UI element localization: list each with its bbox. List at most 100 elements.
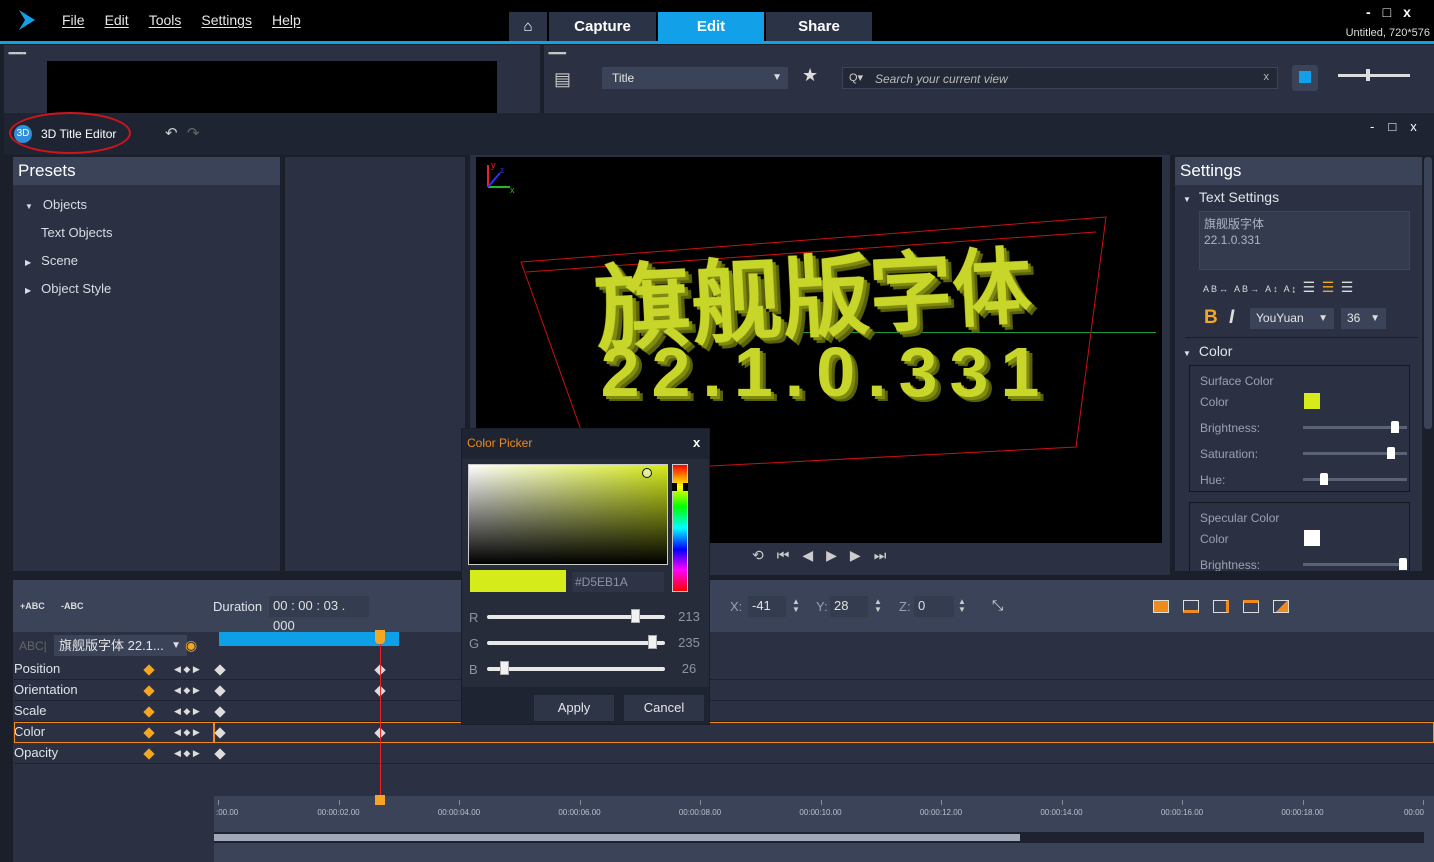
maximize-icon[interactable]: □ <box>1388 119 1410 134</box>
loop-icon[interactable]: ⟲ <box>752 547 777 563</box>
close-icon[interactable]: x <box>1410 119 1431 134</box>
align-left-icon[interactable]: ☰ <box>1303 279 1318 295</box>
minimize-icon[interactable]: - <box>1366 4 1383 20</box>
previous-frame-icon[interactable]: ◀ <box>802 547 826 563</box>
preset-text-objects[interactable]: Text Objects <box>13 219 280 247</box>
hue-marker[interactable] <box>672 483 688 491</box>
category-dropdown[interactable]: Title ▼ <box>602 67 788 89</box>
menu-edit[interactable]: Edit <box>105 12 129 28</box>
menu-settings[interactable]: Settings <box>201 12 252 28</box>
text-input[interactable]: 旗舰版字体 22.1.0.331 <box>1199 211 1410 270</box>
playhead-handle[interactable] <box>375 630 385 644</box>
property-row[interactable]: Scale ◀ ◆ ▶ <box>14 701 214 722</box>
keyframe[interactable] <box>214 748 226 760</box>
go-to-start-icon[interactable]: ⏮ <box>777 547 803 563</box>
ruler-playhead-handle[interactable] <box>375 795 385 805</box>
close-icon[interactable]: x <box>1403 4 1423 20</box>
apply-button[interactable]: Apply <box>534 695 614 721</box>
font-dropdown[interactable]: YouYuan ▼ <box>1250 308 1334 329</box>
add-text-button[interactable]: +ABC <box>20 601 45 611</box>
keyframe-nav[interactable]: ◀ ◆ ▶ <box>174 701 200 721</box>
cube-front-icon[interactable] <box>1153 600 1169 613</box>
property-row[interactable]: Color ◀ ◆ ▶ <box>14 722 214 743</box>
maximize-icon[interactable]: □ <box>1383 4 1403 20</box>
y-position-input[interactable]: 28 <box>830 596 868 617</box>
library-icon[interactable]: ▤ <box>554 69 571 90</box>
menu-file[interactable]: File <box>62 12 85 28</box>
view-toggle-button[interactable] <box>1292 65 1318 91</box>
menu-tools[interactable]: Tools <box>149 12 182 28</box>
cube-bottom-icon[interactable] <box>1183 600 1199 613</box>
bold-button[interactable]: B <box>1204 307 1218 329</box>
specular-brightness-slider[interactable] <box>1303 558 1407 570</box>
z-stepper[interactable]: ▲ ▼ <box>958 598 966 614</box>
drag-handle[interactable]: ▪▪▪▪▪▪▪▪ <box>8 48 540 58</box>
keyframe-nav[interactable]: ◀ ◆ ▶ <box>174 743 200 763</box>
keyframe[interactable] <box>214 706 226 718</box>
keyframe-nav[interactable]: ◀ ◆ ▶ <box>174 722 200 742</box>
saturation-slider[interactable] <box>1303 447 1407 459</box>
z-position-input[interactable]: 0 <box>914 596 954 617</box>
preset-scene[interactable]: ▶ Scene <box>13 247 280 275</box>
add-keyframe-icon[interactable] <box>143 748 155 760</box>
undo-icon[interactable]: ↶ <box>165 124 178 142</box>
add-keyframe-icon[interactable] <box>143 706 155 718</box>
property-row[interactable]: Orientation ◀ ◆ ▶ <box>14 680 214 701</box>
play-icon[interactable]: ▶ <box>826 547 850 563</box>
property-row[interactable]: Position ◀ ◆ ▶ <box>14 659 214 680</box>
red-slider[interactable] <box>487 609 665 623</box>
property-track[interactable] <box>214 701 1434 722</box>
close-icon[interactable]: x <box>693 435 700 450</box>
color-cursor[interactable] <box>642 468 652 478</box>
drag-handle[interactable]: ▪▪▪▪▪▪▪▪ <box>548 48 1434 58</box>
hue-bar[interactable] <box>672 464 688 592</box>
keyframe[interactable] <box>214 685 226 697</box>
tab-capture[interactable]: Capture <box>549 12 656 42</box>
property-track[interactable] <box>214 722 1434 743</box>
duration-input[interactable]: 00 : 00 : 03 . 000 <box>269 596 369 633</box>
add-keyframe-icon[interactable] <box>143 685 155 697</box>
cube-top-icon[interactable] <box>1243 600 1259 613</box>
property-track[interactable] <box>214 743 1434 764</box>
saturation-value-area[interactable] <box>468 464 668 565</box>
char-spacing-increase-icon[interactable]: AB↔ <box>1203 284 1230 294</box>
next-frame-icon[interactable]: ▶ <box>850 547 874 563</box>
keyframe[interactable] <box>214 664 226 676</box>
keyframe-nav[interactable]: ◀ ◆ ▶ <box>174 659 200 679</box>
red-value[interactable]: 213 <box>674 607 704 627</box>
minimize-icon[interactable]: - <box>1370 119 1388 134</box>
align-center-icon[interactable]: ☰ <box>1322 279 1337 295</box>
char-spacing-decrease-icon[interactable]: AB→ <box>1234 284 1261 294</box>
property-track[interactable] <box>214 680 1434 701</box>
go-to-end-icon[interactable]: ⏭ <box>874 547 900 563</box>
line-spacing-decrease-icon[interactable]: A↨ <box>1284 284 1299 294</box>
search-input[interactable]: Q▾ Search your current view x <box>842 67 1278 89</box>
surface-color-swatch[interactable] <box>1304 393 1320 409</box>
preset-object-style[interactable]: ▶ Object Style <box>13 275 280 303</box>
menu-help[interactable]: Help <box>272 12 301 28</box>
tab-edit[interactable]: Edit <box>658 12 764 42</box>
keyframe[interactable] <box>214 727 226 739</box>
home-tab[interactable]: ⌂ <box>509 12 547 42</box>
font-size-dropdown[interactable]: 36 ▼ <box>1341 308 1386 329</box>
x-stepper[interactable]: ▲ ▼ <box>792 598 800 614</box>
settings-scrollbar[interactable] <box>1424 157 1432 429</box>
specular-color-swatch[interactable] <box>1304 530 1320 546</box>
hue-slider[interactable] <box>1303 473 1407 485</box>
align-right-icon[interactable]: ☰ <box>1341 279 1356 295</box>
redo-icon[interactable]: ↷ <box>187 124 200 142</box>
property-track[interactable] <box>214 659 1434 680</box>
property-row[interactable]: Opacity ◀ ◆ ▶ <box>14 743 214 764</box>
x-position-input[interactable]: -41 <box>748 596 786 617</box>
clear-search-icon[interactable]: x <box>1264 71 1270 83</box>
scrollbar-thumb[interactable] <box>214 834 1020 841</box>
visibility-eye-icon[interactable]: ◉ <box>185 637 197 654</box>
add-favorite-icon[interactable]: ★ <box>802 65 818 86</box>
thumbnail-size-slider[interactable] <box>1338 69 1410 81</box>
blue-value[interactable]: 26 <box>674 659 704 679</box>
brightness-slider[interactable] <box>1303 421 1407 433</box>
green-slider[interactable] <box>487 635 665 649</box>
italic-button[interactable]: I <box>1229 307 1234 329</box>
add-keyframe-icon[interactable] <box>143 727 155 739</box>
text-settings-section[interactable]: ▼ Text Settings <box>1183 189 1279 205</box>
